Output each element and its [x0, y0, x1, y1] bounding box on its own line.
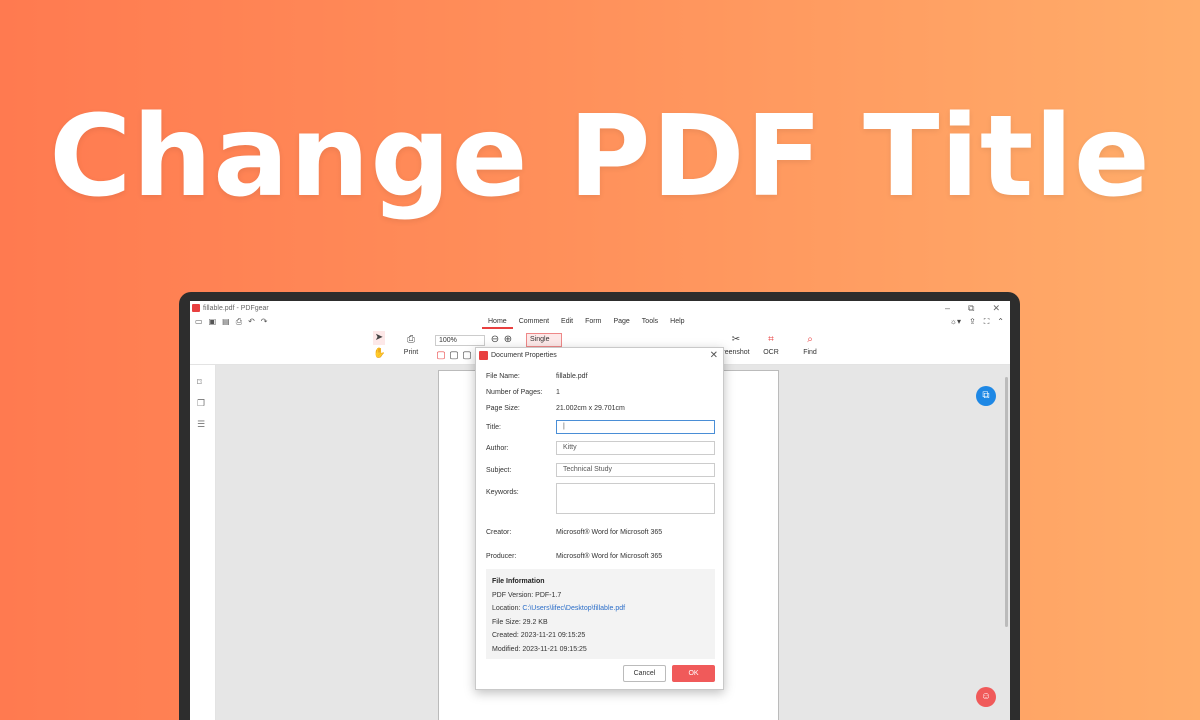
author-input[interactable]: Kitty	[556, 441, 715, 455]
location-label: Location:	[492, 605, 523, 613]
subject-input[interactable]: Technical Study	[556, 463, 715, 477]
theme-icon[interactable]: ☼▾	[950, 317, 961, 327]
tab-tools[interactable]: Tools	[636, 315, 664, 329]
tab-page[interactable]: Page	[607, 315, 635, 329]
file-name-value: fillable.pdf	[556, 373, 588, 380]
fit-page-icon[interactable]: ▢	[436, 349, 446, 363]
redo-icon[interactable]: ↷	[261, 317, 268, 327]
find-icon: ⌕	[807, 334, 813, 345]
file-size: File Size: 29.2 KB	[492, 618, 548, 626]
ocr-label: OCR	[763, 349, 779, 356]
thumbnails-icon[interactable]: ❐	[197, 398, 205, 409]
modified-date: Modified: 2023-11-21 09:15:25	[492, 645, 587, 653]
print-button[interactable]: ⎙ Print	[400, 333, 422, 356]
vertical-scrollbar[interactable]	[1005, 377, 1008, 627]
tab-home[interactable]: Home	[482, 315, 513, 329]
page-size-label: Page Size:	[486, 405, 520, 412]
open-folder-icon[interactable]: ▭	[195, 317, 203, 327]
subject-label: Subject:	[486, 467, 512, 474]
zoom-out-icon[interactable]: ⊖	[490, 333, 500, 347]
pages-row: Number of Pages: 1	[486, 389, 560, 396]
creator-value: Microsoft® Word for Microsoft 365	[556, 529, 663, 536]
zoom-input[interactable]: 100%	[435, 335, 485, 346]
ocr-button[interactable]: ⌗ OCR	[760, 333, 782, 356]
dialog-header: Document Properties ✕	[476, 348, 723, 362]
ok-button[interactable]: OK	[672, 665, 715, 682]
file-name-label: File Name:	[486, 373, 520, 380]
ocr-icon: ⌗	[768, 334, 774, 345]
keywords-label: Keywords:	[486, 489, 519, 496]
close-icon[interactable]: ✕	[710, 350, 718, 361]
collapse-ribbon-icon[interactable]: ⌃	[997, 317, 1004, 327]
author-label: Author:	[486, 445, 509, 452]
page-size-row: Page Size: 21.002cm x 29.701cm	[486, 405, 625, 412]
undo-icon[interactable]: ↶	[248, 317, 255, 327]
printer-icon: ⎙	[407, 334, 415, 345]
dialog-title: Document Properties	[491, 351, 557, 359]
creator-row: Creator: Microsoft® Word for Microsoft 36…	[486, 529, 662, 536]
tab-comment[interactable]: Comment	[513, 315, 555, 329]
pdfgear-logo-icon	[192, 304, 200, 312]
window-title: fillable.pdf - PDFgear	[203, 304, 269, 312]
pages-value: 1	[556, 389, 560, 396]
close-window-button[interactable]: ✕	[992, 303, 1000, 314]
save-as-icon[interactable]: ▤	[222, 317, 230, 327]
file-information-heading: File Information	[492, 578, 545, 585]
tab-help[interactable]: Help	[664, 315, 690, 329]
file-information-panel: File Information PDF Version: PDF-1.7 Lo…	[486, 569, 715, 659]
find-button[interactable]: ⌕ Find	[799, 333, 821, 356]
page-size-value: 21.002cm x 29.701cm	[556, 405, 625, 412]
ai-assistant-fab-icon[interactable]: ☺	[976, 687, 996, 707]
maximize-button[interactable]: ⧉	[968, 303, 974, 314]
pdfgear-logo-icon	[479, 350, 488, 360]
hand-tool-icon[interactable]: ✋	[373, 347, 385, 361]
minimize-button[interactable]: –	[945, 303, 950, 314]
save-icon[interactable]: ▣	[209, 317, 217, 327]
zoom-in-icon[interactable]: ⊕	[503, 333, 513, 347]
fullscreen-icon[interactable]: ⛶	[984, 317, 990, 327]
file-name-row: File Name: fillable.pdf	[486, 373, 588, 380]
bookmark-icon[interactable]: ⌑	[197, 377, 202, 388]
cancel-button[interactable]: Cancel	[623, 665, 666, 682]
keywords-input[interactable]	[556, 483, 715, 514]
actual-size-icon[interactable]: ▢	[462, 349, 472, 363]
share-icon[interactable]: ⇪	[969, 317, 976, 327]
left-sidebar: ⌑ ❐ ☰	[190, 365, 216, 720]
created-date: Created: 2023-11-21 09:15:25	[492, 632, 586, 640]
print-small-icon[interactable]: ⎙	[236, 317, 242, 327]
select-tool-icon[interactable]: ➤	[373, 331, 385, 345]
translate-fab-icon[interactable]: ⧉	[976, 386, 996, 406]
title-bar: fillable.pdf - PDFgear – ⧉ ✕	[190, 301, 1010, 315]
tab-edit[interactable]: Edit	[555, 315, 579, 329]
title-label: Title:	[486, 424, 501, 431]
fit-width-icon[interactable]: ▢	[449, 349, 459, 363]
location-row: Location: C:\Users\lifec\Desktop\fillabl…	[492, 602, 709, 616]
menu-row: ▭ ▣ ▤ ⎙ ↶ ↷ Home Comment Edit Form Page …	[190, 315, 1010, 329]
title-input[interactable]: |	[556, 420, 715, 434]
banner-title: Change PDF Title	[49, 92, 1151, 222]
document-properties-dialog: Document Properties ✕ File Name: fillable…	[475, 347, 724, 690]
find-label: Find	[803, 349, 817, 356]
scissors-icon: ✂	[731, 334, 741, 345]
producer-value: Microsoft® Word for Microsoft 365	[556, 553, 663, 560]
producer-label: Producer:	[486, 553, 517, 560]
menu-tabs: Home Comment Edit Form Page Tools Help	[482, 315, 691, 329]
print-label: Print	[403, 349, 419, 356]
creator-label: Creator:	[486, 529, 512, 536]
single-page-button[interactable]: Single	[526, 333, 562, 347]
pages-label: Number of Pages:	[486, 389, 543, 396]
tab-form[interactable]: Form	[579, 315, 607, 329]
comments-icon[interactable]: ☰	[197, 419, 205, 430]
producer-row: Producer: Microsoft® Word for Microsoft 3…	[486, 553, 662, 560]
location-link[interactable]: C:\Users\lifec\Desktop\fillable.pdf	[522, 605, 625, 612]
pdf-version: PDF Version: PDF-1.7	[492, 591, 562, 599]
